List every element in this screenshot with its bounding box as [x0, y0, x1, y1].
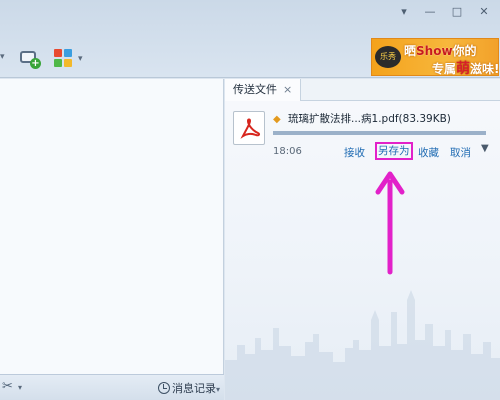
pdf-file-icon — [233, 111, 265, 145]
message-history-button[interactable]: 消息记录▾ — [157, 380, 220, 396]
history-chevron-down-icon: ▾ — [215, 385, 220, 394]
file-name: 琉璃扩散法排...病1.pdf(83.39KB) — [288, 113, 451, 125]
chat-bottom-toolbar: ✂ ▾ 消息记录▾ — [0, 374, 224, 400]
ad-text: 专属 — [432, 62, 457, 76]
collect-link[interactable]: 收藏 — [418, 145, 439, 160]
tab-label: 传送文件 — [233, 83, 277, 96]
message-history-label: 消息记录 — [171, 382, 216, 395]
plus-icon: + — [30, 58, 41, 69]
app-tile-icon — [54, 49, 62, 57]
ad-banner[interactable]: 乐秀 晒Show你的 专属萌滋味! — [371, 38, 499, 76]
ad-text: 你的 — [452, 44, 477, 58]
tab-close-icon[interactable]: × — [283, 83, 292, 96]
transfer-file-item: ◆ 琉璃扩散法排...病1.pdf(83.39KB) 18:06 接收 另存为 … — [231, 109, 496, 169]
close-button[interactable]: ✕ — [476, 5, 492, 19]
chat-pane[interactable]: ✂ ▾ 消息记录▾ — [0, 79, 224, 400]
clock-icon — [157, 382, 170, 394]
ad-subline: 专属萌滋味! — [432, 58, 499, 76]
screenshot-chevron-down-icon[interactable]: ▾ — [18, 383, 22, 392]
ad-brand: Show — [416, 44, 453, 58]
tab-file-transfer[interactable]: 传送文件 × — [225, 79, 302, 101]
ad-logo: 乐秀 — [375, 46, 401, 68]
annotation-arrow-icon — [375, 171, 405, 275]
receive-link[interactable]: 接收 — [344, 145, 365, 160]
app-tile-icon — [64, 49, 72, 57]
app-tile-icon — [64, 59, 72, 67]
app-chevron-down-icon[interactable]: ▾ — [78, 54, 83, 64]
transfer-time: 18:06 — [273, 146, 302, 157]
city-skyline-background — [225, 290, 500, 400]
panel-tab-strip: 传送文件 × — [225, 79, 500, 101]
app-grid-button[interactable] — [54, 49, 74, 69]
progress-fill — [273, 131, 486, 135]
transfer-progress-bar — [273, 131, 486, 135]
cancel-link[interactable]: 取消 — [450, 145, 471, 160]
menu-dropdown-button[interactable]: ▾ — [396, 5, 412, 19]
save-as-link[interactable]: 另存为 — [375, 142, 413, 160]
title-toolbar: ▾ — □ ✕ ▾ + ▾ 乐秀 晒Show你的 专属萌滋味! — [0, 0, 500, 78]
ad-headline: 晒Show你的 — [404, 42, 477, 59]
ad-text: 滋味! — [470, 62, 499, 76]
toolbar-chevron-icon[interactable]: ▾ — [0, 52, 5, 62]
more-options-icon[interactable]: ▼ — [481, 143, 489, 154]
ad-highlight: 萌 — [456, 61, 471, 76]
file-transfer-panel: 传送文件 × ◆ 琉璃扩散法排...病1.pdf(83.39KB) 18:06 接… — [225, 79, 500, 400]
maximize-button[interactable]: □ — [449, 5, 465, 19]
add-chat-button[interactable]: + — [18, 48, 42, 70]
ad-text: 晒 — [404, 44, 417, 58]
app-tile-icon — [54, 59, 62, 67]
send-arrow-icon: ◆ — [273, 114, 281, 125]
minimize-button[interactable]: — — [422, 5, 438, 19]
screenshot-scissors-icon[interactable]: ✂ — [2, 379, 13, 394]
